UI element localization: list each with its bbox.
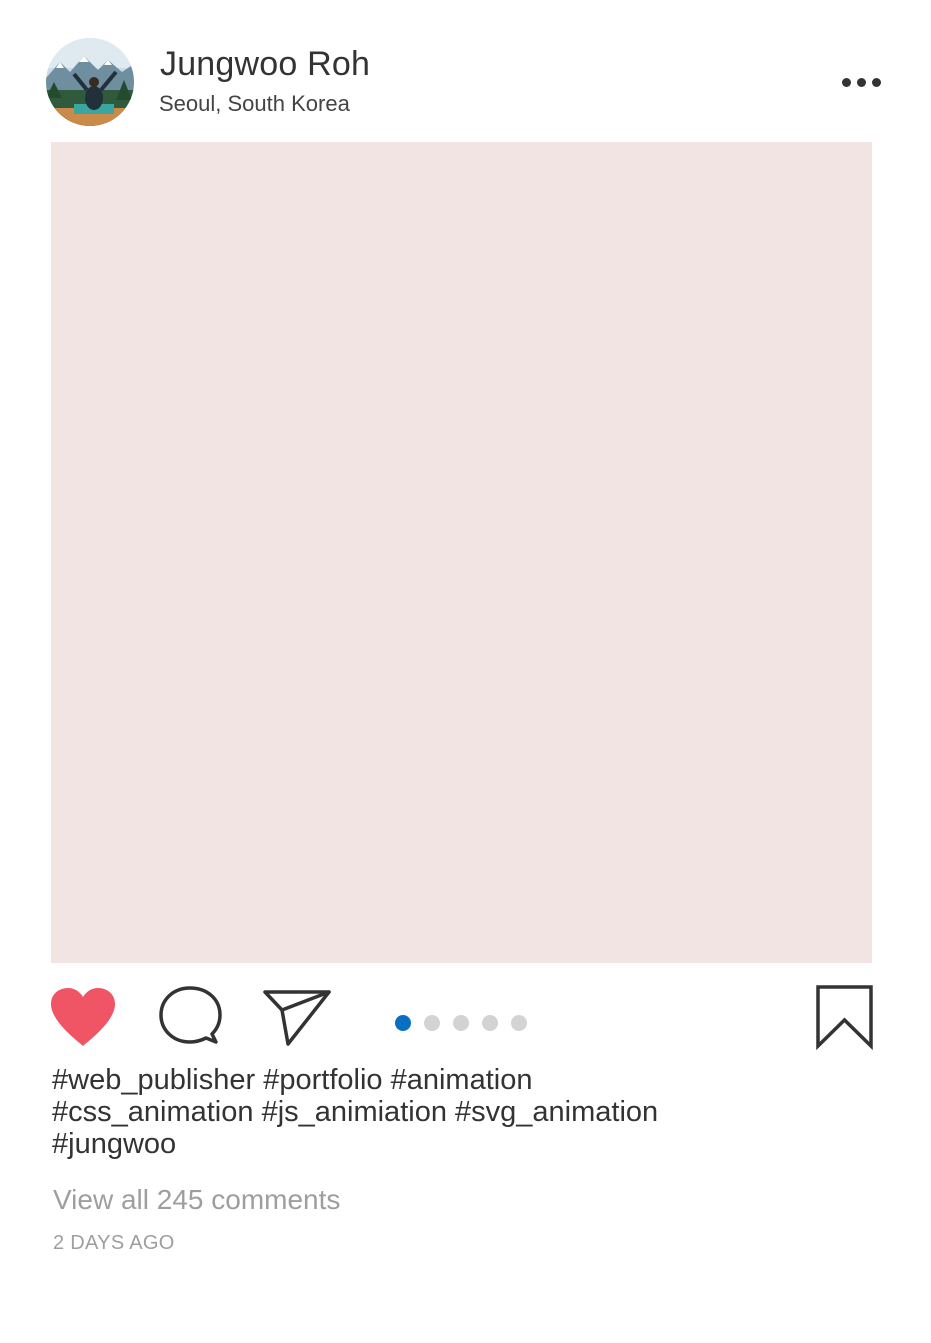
view-all-comments-link[interactable]: View all 245 comments <box>53 1183 340 1217</box>
carousel-dot[interactable] <box>424 1015 440 1031</box>
bookmark-icon <box>816 985 873 1050</box>
paper-plane-icon <box>263 990 331 1046</box>
comment-bubble-icon <box>159 986 222 1044</box>
hashtag-link[interactable]: #animation <box>391 1064 533 1096</box>
hashtag-link[interactable]: #web_publisher <box>52 1064 255 1096</box>
hashtag-link[interactable]: #svg_animation <box>455 1096 658 1128</box>
share-button[interactable] <box>262 986 332 1048</box>
hashtag-link[interactable]: #jungwoo <box>52 1128 176 1160</box>
avatar[interactable] <box>46 38 134 126</box>
post-timestamp: 2 DAYS AGO <box>53 1232 175 1254</box>
carousel-dot[interactable] <box>453 1015 469 1031</box>
post-caption: #web_publisher #portfolio #animation #css… <box>52 1064 832 1160</box>
post-image[interactable] <box>51 142 872 963</box>
avatar-photo <box>46 38 134 126</box>
hashtag-link[interactable]: #portfolio <box>263 1064 382 1096</box>
location[interactable]: Seoul, South Korea <box>159 90 350 118</box>
carousel-dot[interactable] <box>395 1015 411 1031</box>
carousel-pager <box>395 1015 527 1031</box>
heart-filled-icon <box>51 988 115 1046</box>
hashtag-link[interactable]: #css_animation <box>52 1096 254 1128</box>
carousel-dot[interactable] <box>482 1015 498 1031</box>
like-button[interactable] <box>49 986 117 1048</box>
ellipsis-horizontal-icon <box>841 77 851 87</box>
comment-button[interactable] <box>158 984 222 1048</box>
username[interactable]: Jungwoo Roh <box>160 44 370 84</box>
bookmark-button[interactable] <box>814 984 876 1050</box>
more-options-button[interactable] <box>836 70 886 94</box>
hashtag-link[interactable]: #js_animiation <box>262 1096 447 1128</box>
carousel-dot[interactable] <box>511 1015 527 1031</box>
